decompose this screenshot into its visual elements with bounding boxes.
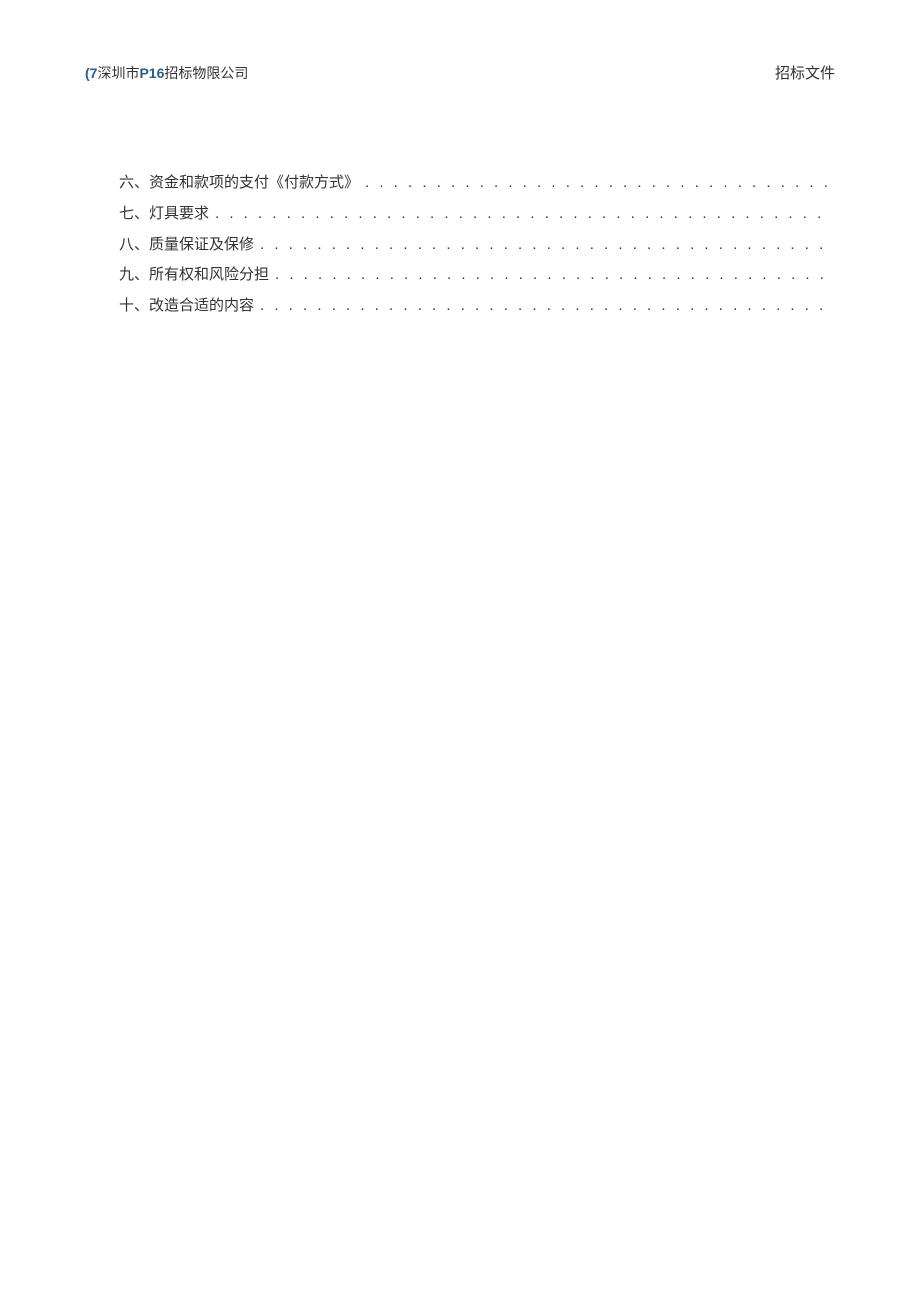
header-code: P16: [139, 65, 164, 81]
toc-dots: . . . . . . . . . . . . . . . . . . . . …: [254, 291, 828, 322]
toc-entry: 六、资金和款项的支付《付款方式》 . . . . . . . . . . . .…: [119, 168, 828, 199]
header-left-company: (7深圳市P16招标物限公司: [85, 63, 248, 83]
toc-entry: 十、改造合适的内容 . . . . . . . . . . . . . . . …: [119, 291, 828, 322]
toc-entry: 七、灯具要求 . . . . . . . . . . . . . . . . .…: [119, 199, 828, 230]
header-text-1: 深圳市: [97, 65, 139, 81]
toc-dots: . . . . . . . . . . . . . . . . . . . . …: [359, 168, 828, 199]
toc-dots: . . . . . . . . . . . . . . . . . . . . …: [209, 199, 828, 230]
toc-label: 六、资金和款项的支付《付款方式》: [119, 168, 359, 199]
toc-dots: . . . . . . . . . . . . . . . . . . . . …: [254, 230, 828, 261]
toc-label: 十、改造合适的内容: [119, 291, 254, 322]
table-of-contents: 六、资金和款项的支付《付款方式》 . . . . . . . . . . . .…: [119, 168, 828, 322]
page-header: (7深圳市P16招标物限公司 招标文件: [0, 62, 920, 83]
header-right-doctype: 招标文件: [775, 62, 835, 83]
toc-label: 九、所有权和风险分担: [119, 260, 269, 291]
toc-entry: 九、所有权和风险分担 . . . . . . . . . . . . . . .…: [119, 260, 828, 291]
toc-label: 八、质量保证及保修: [119, 230, 254, 261]
header-text-2: 招标物限公司: [164, 65, 248, 81]
toc-entry: 八、质量保证及保修 . . . . . . . . . . . . . . . …: [119, 230, 828, 261]
toc-dots: . . . . . . . . . . . . . . . . . . . . …: [269, 260, 828, 291]
toc-label: 七、灯具要求: [119, 199, 209, 230]
